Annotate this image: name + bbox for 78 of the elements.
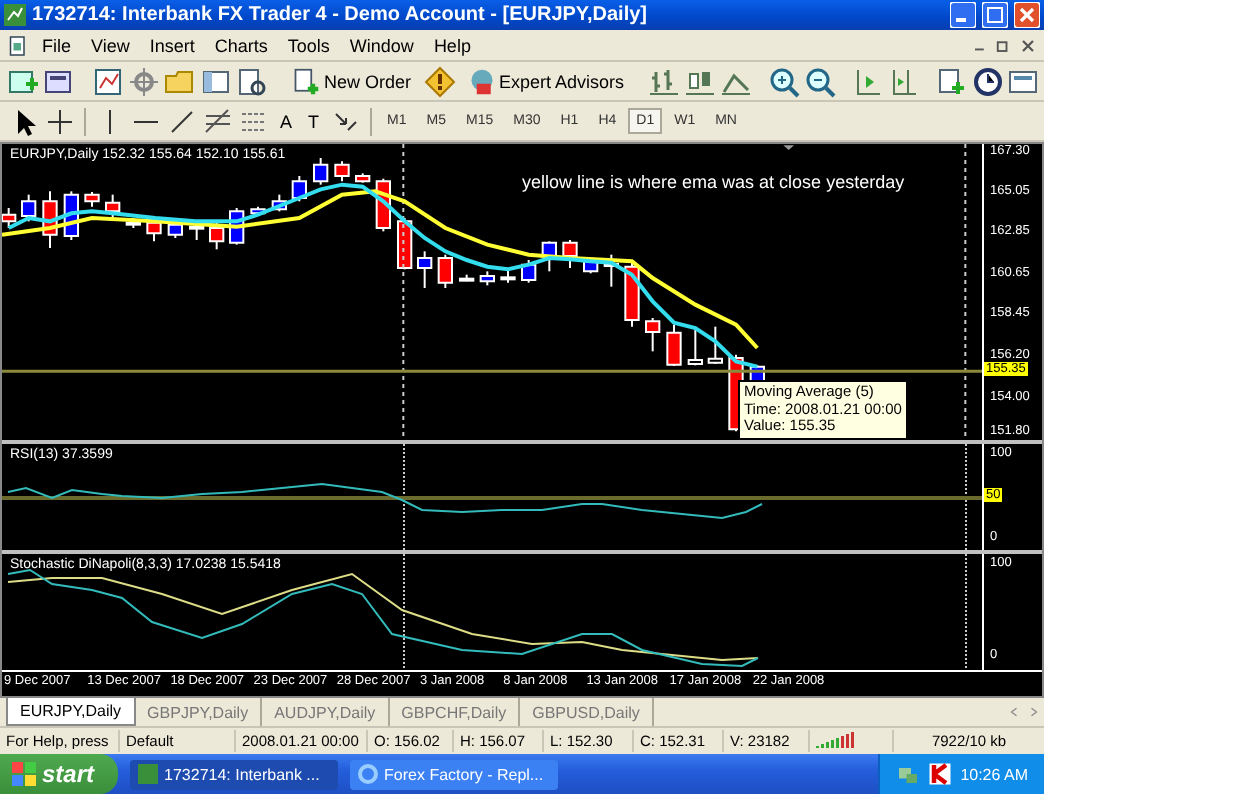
chart-tab[interactable]: GBPCHF,Daily [389,698,521,726]
magnifier-document-icon[interactable] [236,65,268,97]
candle [250,205,266,217]
zoom-in-icon[interactable] [768,65,801,97]
candle [271,193,287,213]
candle [84,191,100,208]
chart-icon[interactable] [92,65,124,97]
candle [707,325,723,365]
candle [42,190,58,249]
close-icon[interactable] [1018,35,1038,55]
crosshair-icon[interactable] [44,105,76,137]
browser-icon [358,764,379,784]
document-icon[interactable] [6,33,30,57]
candle [624,260,640,328]
candle [334,160,350,183]
menu-item[interactable]: Help [425,35,479,55]
candle [459,273,475,283]
panel-icon[interactable] [200,65,232,97]
candle [105,193,121,219]
new-order-button[interactable]: New Order [284,63,420,99]
chart-tab[interactable]: AUDJPY,Daily [262,698,390,726]
candle [125,217,141,229]
connection-bars-icon [816,730,856,748]
candle [583,257,599,275]
candle [479,270,495,287]
candle [521,259,537,284]
add-chart-icon[interactable] [8,65,40,97]
menu-item[interactable]: Tools [279,35,338,55]
chart-annotation: yellow line is where ema was at close yesterday [522,172,905,192]
candle [2,207,17,229]
clock-icon[interactable] [972,65,1005,97]
menu-item[interactable]: Insert [141,35,203,55]
candle [666,323,682,367]
candle [417,250,433,289]
fibonacci-icon[interactable] [202,105,234,137]
app-icon [138,764,159,784]
chart-tab[interactable]: EURJPY,Daily [6,698,136,726]
windows-icon[interactable] [44,65,76,97]
clock: 10:26 AM [960,765,1028,783]
menu-item[interactable]: File [34,35,80,55]
candle [437,253,453,289]
add-indicator-icon[interactable] [936,65,969,97]
candle [21,193,37,223]
zoom-out-icon[interactable] [804,65,837,97]
chart-tab[interactable]: GBPJPY,Daily [135,698,263,726]
windows-logo-icon [12,762,36,786]
app-icon [4,4,26,26]
warning-icon[interactable] [423,65,456,97]
shift-marker-icon[interactable] [783,145,794,150]
candle [146,217,162,243]
candle [500,268,516,284]
expert-advisors-button[interactable]: Expert Advisors [459,63,633,99]
trend-line-icon[interactable] [166,105,198,137]
text-tool[interactable]: A [274,111,299,131]
minimize-icon[interactable] [950,2,976,28]
candle [562,239,578,269]
chart-tab[interactable]: GBPUSD,Daily [520,698,654,726]
maximize-icon[interactable] [982,2,1008,28]
candle [687,327,703,367]
candle [291,175,307,203]
antivirus-icon[interactable] [928,762,953,786]
menu-item[interactable]: View [83,35,138,55]
template-icon[interactable] [1008,65,1041,97]
candle [645,317,661,353]
text-tool[interactable]: T [302,111,326,131]
taskbar-button[interactable]: Forex Factory - Repl... [350,759,559,789]
order-icon [292,67,320,95]
candle [603,253,619,288]
menu-item[interactable]: Charts [206,35,276,55]
candle [541,240,557,273]
candle [355,172,371,184]
bar-chart-icon[interactable] [648,65,681,97]
chart-shift-icon[interactable] [888,65,921,97]
autoscroll-icon[interactable] [852,65,885,97]
taskbar-button[interactable]: 1732714: Interbank ... [130,759,339,789]
window-title: 1732714: Interbank FX Trader 4 - Demo Account - [EURJPY,Daily] [32,4,650,26]
candle [313,157,329,186]
menu-item[interactable]: Window [341,35,422,55]
